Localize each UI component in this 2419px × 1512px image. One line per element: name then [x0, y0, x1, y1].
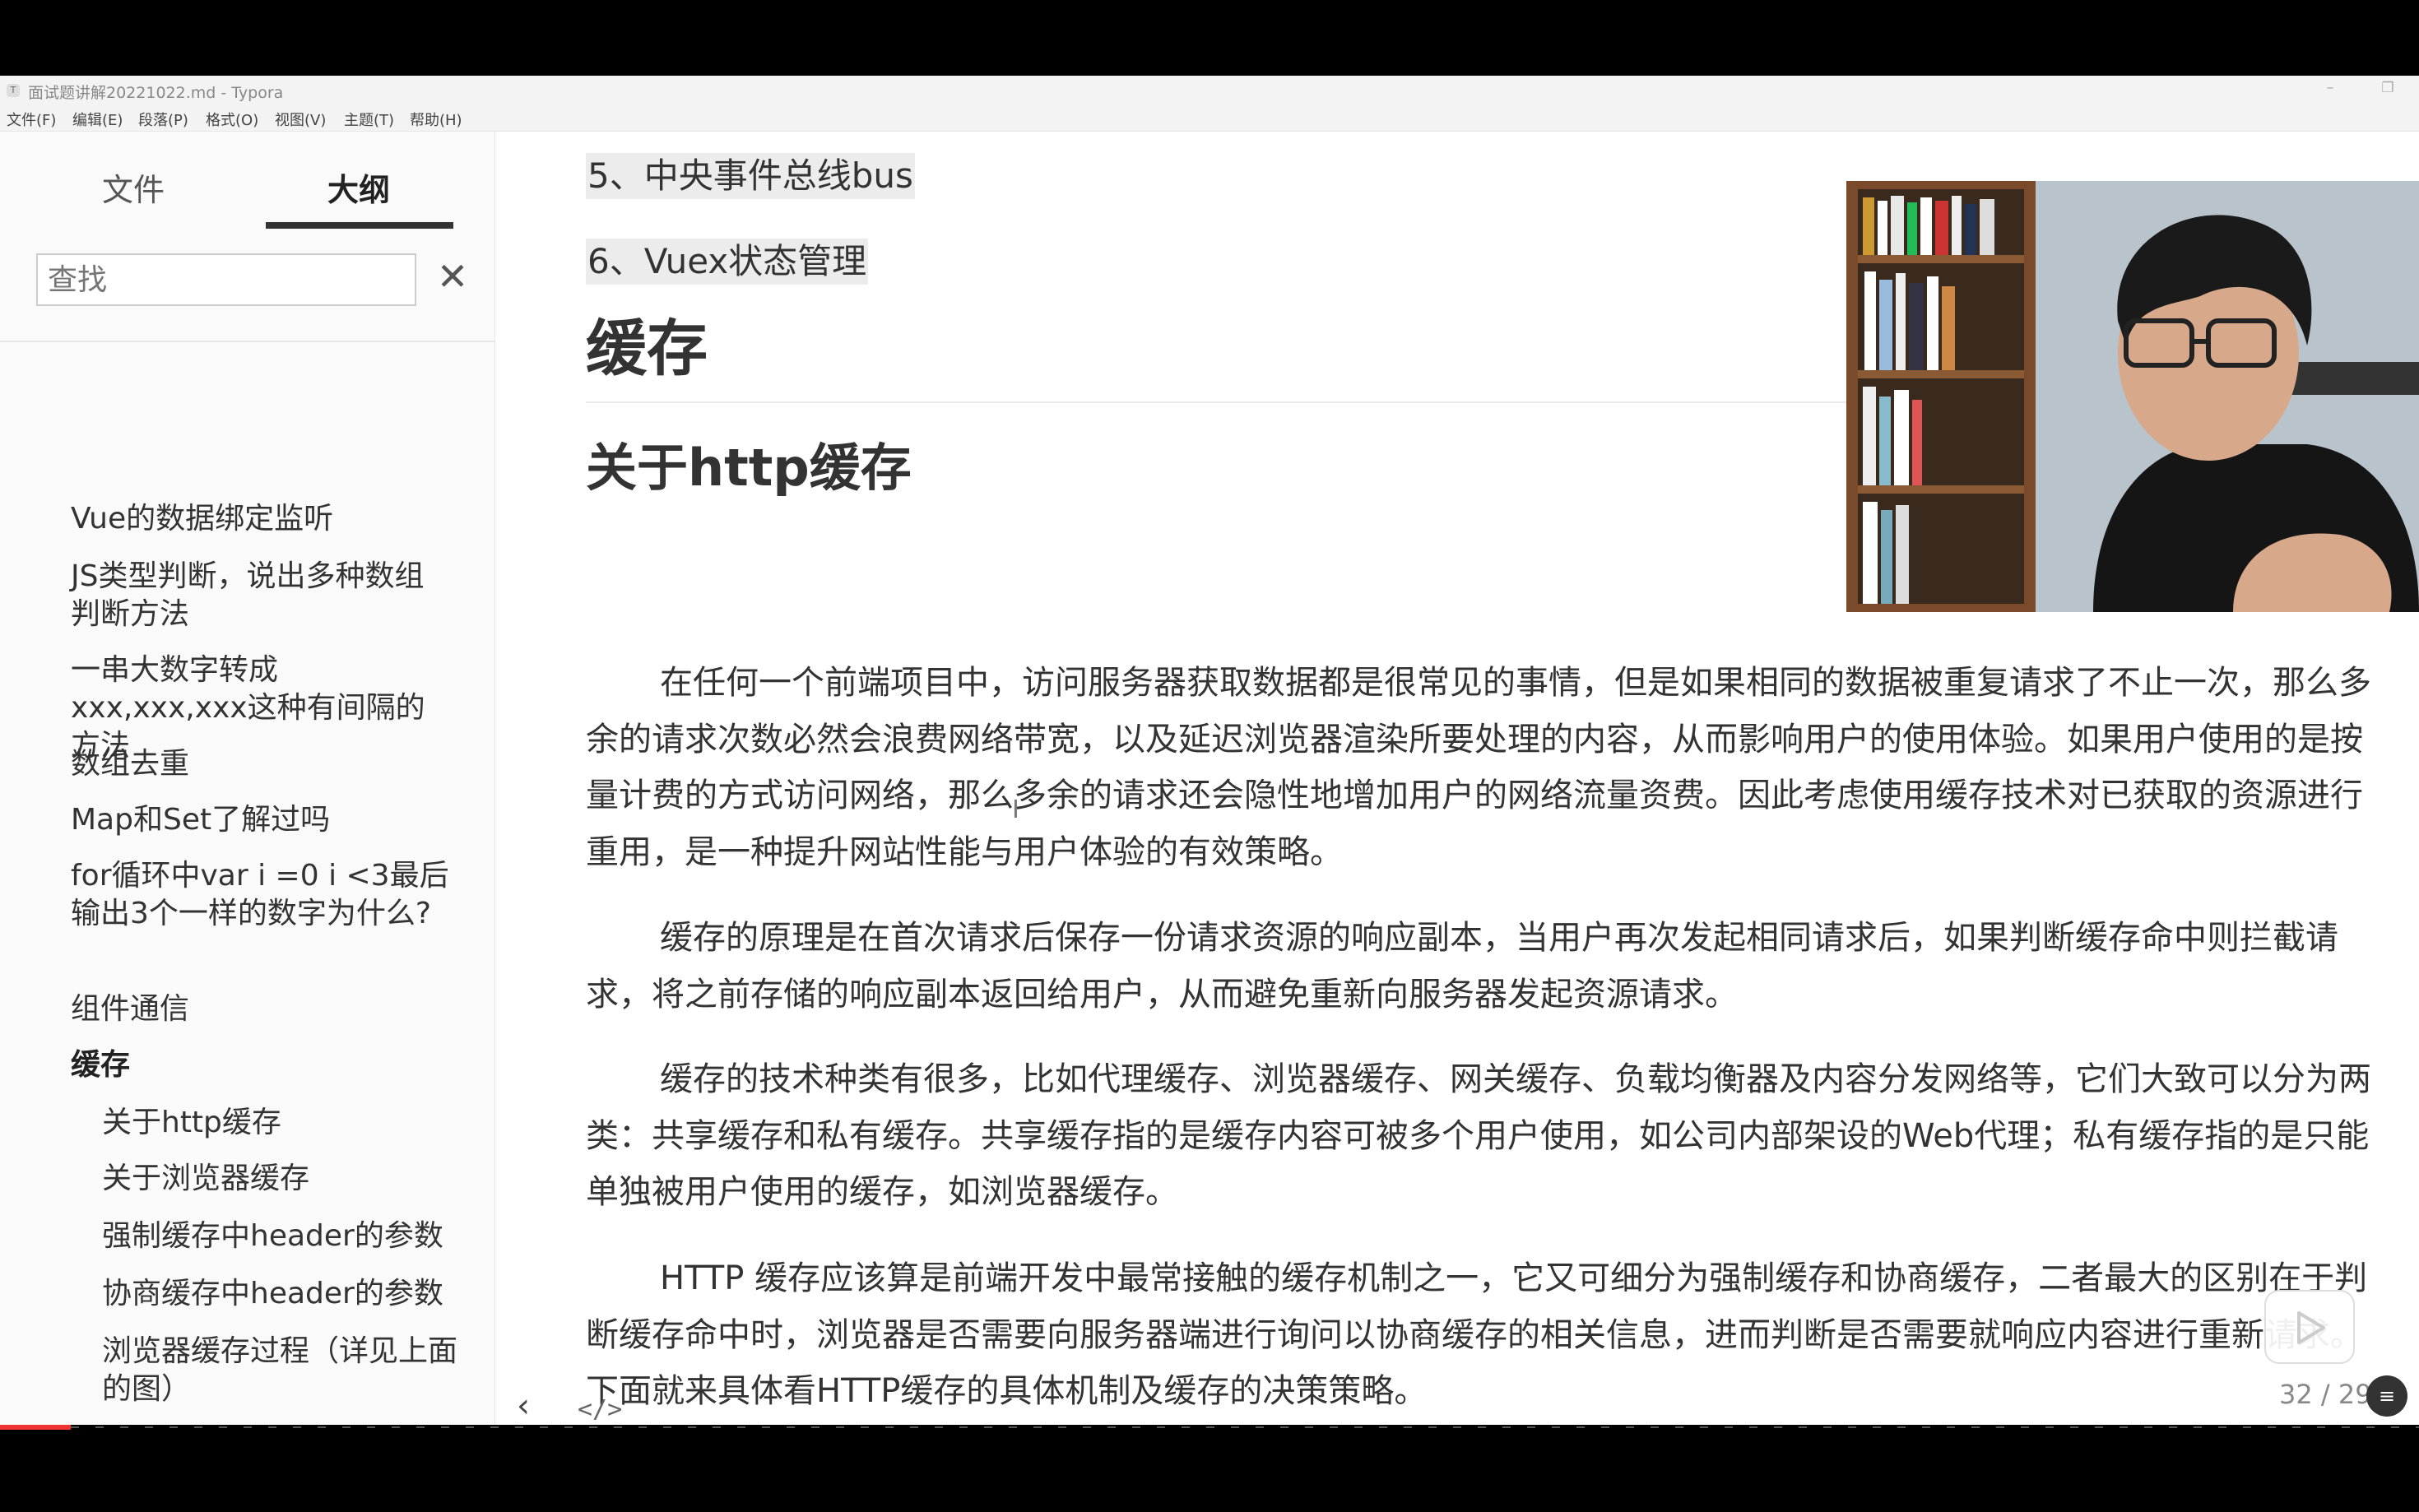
list-item: 6、Vuex状态管理 — [586, 239, 869, 285]
outline-item-browser-cache[interactable]: 关于浏览器缓存 — [102, 1160, 464, 1198]
heading-http-cache: 关于http缓存 — [586, 438, 912, 498]
video-letterbox-bottom — [0, 1430, 2419, 1512]
play-button[interactable] — [2264, 1290, 2355, 1364]
active-tab-indicator — [266, 222, 453, 229]
restore-icon[interactable]: ❐ — [2378, 79, 2398, 99]
outline-search-input[interactable] — [36, 253, 416, 306]
menu-help[interactable]: 帮助(H) — [410, 109, 462, 130]
heading-cache: 缓存 — [586, 313, 708, 384]
sidebar-divider — [0, 341, 495, 342]
source-code-icon[interactable]: </> — [578, 1395, 622, 1424]
list-item: 5、中央事件总线bus — [586, 153, 915, 199]
play-icon — [2297, 1311, 2325, 1344]
menu-format[interactable]: 格式(O) — [206, 109, 258, 130]
typora-app-icon: T — [7, 84, 20, 97]
window-title: 面试题讲解20221022.md - Typora — [28, 84, 284, 102]
menu-view[interactable]: 视图(V) — [275, 109, 326, 130]
title-bar: T 面试题讲解20221022.md - Typora – ❐ — [0, 76, 2419, 105]
outline-item-http-cache[interactable]: 关于http缓存 — [102, 1104, 464, 1142]
menu-bar: 文件(F) 编辑(E) 段落(P) 格式(O) 视图(V) 主题(T) 帮助(H… — [0, 105, 2419, 132]
paragraph: HTTP 缓存应该算是前端开发中最常接触的缓存机制之一，它又可细分为强制缓存和协… — [586, 1259, 2368, 1410]
menu-theme[interactable]: 主题(T) — [344, 109, 394, 130]
outline-item-map-set[interactable]: Map和Set了解过吗 — [71, 801, 449, 839]
paragraph: 在任何一个前端项目中，访问服务器获取数据都是很常见的事情，但是如果相同的数据被重… — [586, 664, 2371, 871]
outline-item-js-type[interactable]: JS类型判断，说出多种数组判断方法 — [71, 558, 449, 633]
outline-item-component-comm[interactable]: 组件通信 — [71, 990, 449, 1028]
menu-file[interactable]: 文件(F) — [7, 109, 56, 130]
close-icon[interactable]: ✕ — [433, 250, 472, 303]
menu-paragraph[interactable]: 段落(P) — [138, 109, 188, 130]
outline-item-for-loop[interactable]: for循环中var i =0 i <3最后输出3个一样的数字为什么? — [71, 857, 449, 933]
paragraph: 缓存的技术种类有很多，比如代理缓存、浏览器缓存、网关缓存、负载均衡器及内容分发网… — [586, 1060, 2371, 1211]
video-progress-track[interactable] — [71, 1426, 2419, 1428]
video-letterbox-top — [0, 0, 2419, 76]
outline-item-negotiate-cache[interactable]: 协商缓存中header的参数 — [102, 1275, 464, 1313]
outline-item-cache[interactable]: 缓存 — [71, 1046, 449, 1084]
minimize-icon[interactable]: – — [2320, 79, 2340, 99]
paragraph: 缓存的原理是在首次请求后保存一份请求资源的响应副本，当用户再次发起相同请求后，如… — [586, 919, 2338, 1013]
menu-edit[interactable]: 编辑(E) — [72, 109, 123, 130]
presenter-video — [1846, 181, 2419, 612]
webcam-overlay — [1846, 181, 2419, 612]
tab-files[interactable]: 文件 — [102, 165, 165, 210]
outline-item-vue-binding[interactable]: Vue的数据绑定监听 — [71, 500, 449, 538]
chevron-left-icon[interactable]: ‹ — [517, 1387, 530, 1425]
word-count[interactable]: 32 / 29 — [2279, 1379, 2372, 1410]
outline-item-cache-process[interactable]: 浏览器缓存过程（详见上面的图） — [102, 1333, 464, 1408]
typora-window: T 面试题讲解20221022.md - Typora – ❐ 文件(F) 编辑… — [0, 76, 2419, 1425]
outline-item-dedupe[interactable]: 数组去重 — [71, 745, 449, 783]
subtitle-icon[interactable]: ≡ — [2366, 1375, 2407, 1417]
text-cursor-icon: I — [1012, 795, 1019, 824]
sidebar: 文件 大纲 ✕ Vue的数据绑定监听 JS类型判断，说出多种数组判断方法 一串大… — [0, 132, 495, 1425]
outline-item-strong-cache[interactable]: 强制缓存中header的参数 — [102, 1217, 464, 1255]
tab-outline[interactable]: 大纲 — [327, 165, 390, 210]
